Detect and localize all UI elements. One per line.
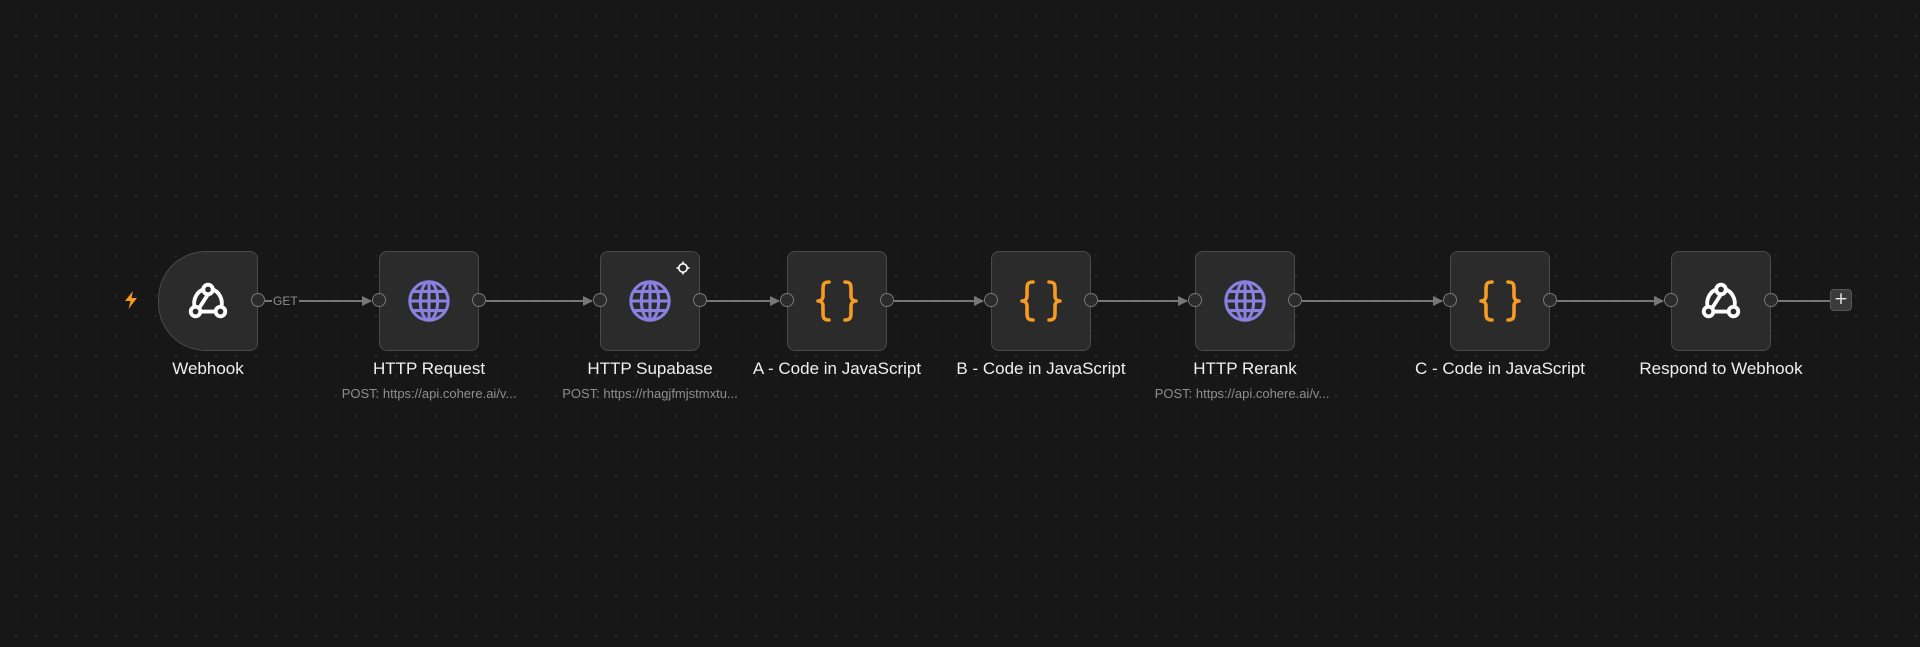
node-webhook[interactable]	[158, 251, 258, 351]
input-handle-respond-to-webhook[interactable]	[1664, 293, 1678, 307]
node-code-c[interactable]	[1450, 251, 1550, 351]
node-subtitle: POST: https://api.cohere.ai/v...	[341, 386, 517, 401]
code-braces-icon	[1017, 277, 1065, 325]
node-code-b[interactable]	[991, 251, 1091, 351]
output-handle-http-rerank[interactable]	[1288, 293, 1302, 307]
output-handle-code-b[interactable]	[1084, 293, 1098, 307]
node-subtitle: POST: https://api.cohere.ai/v...	[1154, 386, 1330, 401]
webhook-icon	[1698, 278, 1744, 324]
webhook-icon	[185, 278, 231, 324]
input-handle-code-c[interactable]	[1443, 293, 1457, 307]
node-subtitle: POST: https://rhagjfmjstmxtu...	[562, 386, 738, 401]
edge-label-method: GET	[272, 294, 299, 308]
node-label: C - Code in JavaScript	[1414, 359, 1586, 378]
node-respond-to-webhook[interactable]	[1671, 251, 1771, 351]
code-braces-icon	[813, 277, 861, 325]
output-handle-webhook[interactable]	[251, 293, 265, 307]
output-handle-http-request[interactable]	[472, 293, 486, 307]
workflow-canvas[interactable]: GET Webhook HTTP Request POST: https://a…	[0, 0, 1920, 647]
node-http-supabase[interactable]	[600, 251, 700, 351]
node-label: Respond to Webhook	[1639, 359, 1803, 378]
input-handle-http-supabase[interactable]	[593, 293, 607, 307]
connections-layer	[265, 296, 1830, 306]
code-braces-icon	[1476, 277, 1524, 325]
node-label: HTTP Request	[372, 359, 486, 378]
node-code-a[interactable]	[787, 251, 887, 351]
node-label: Webhook	[172, 359, 244, 378]
globe-icon	[1222, 278, 1268, 324]
node-http-request[interactable]	[379, 251, 479, 351]
node-label: HTTP Rerank	[1193, 359, 1297, 378]
globe-icon	[627, 278, 673, 324]
add-node-button[interactable]: +	[1830, 289, 1852, 311]
globe-icon	[406, 278, 452, 324]
pin-icon	[676, 261, 690, 275]
output-handle-code-c[interactable]	[1543, 293, 1557, 307]
input-handle-code-b[interactable]	[984, 293, 998, 307]
lightning-bolt-icon	[125, 291, 137, 309]
output-handle-respond-to-webhook[interactable]	[1764, 293, 1778, 307]
input-handle-http-rerank[interactable]	[1188, 293, 1202, 307]
output-handle-code-a[interactable]	[880, 293, 894, 307]
node-http-rerank[interactable]	[1195, 251, 1295, 351]
output-handle-http-supabase[interactable]	[693, 293, 707, 307]
input-handle-http-request[interactable]	[372, 293, 386, 307]
input-handle-code-a[interactable]	[780, 293, 794, 307]
